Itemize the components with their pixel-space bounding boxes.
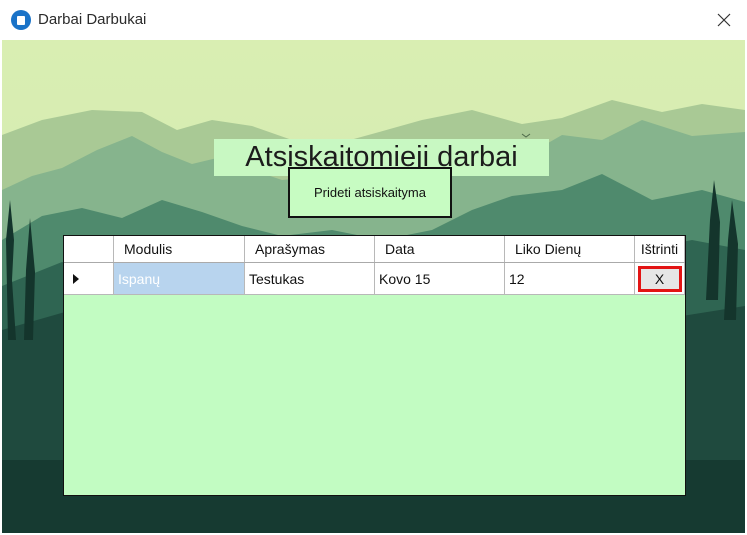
- close-button[interactable]: [701, 0, 747, 40]
- row-header-corner: [64, 236, 114, 262]
- row-selector[interactable]: [64, 263, 114, 295]
- column-header-modulis[interactable]: Modulis: [114, 236, 245, 262]
- assignments-grid[interactable]: Modulis Aprašymas Data Liko Dienų Ištrin…: [63, 235, 686, 496]
- column-header-liko-dienu[interactable]: Liko Dienų: [505, 236, 635, 262]
- form-client-area: Atsiskaitomieji darbai Prideti atsiskait…: [2, 40, 745, 533]
- cell-data[interactable]: Kovo 15: [375, 263, 505, 295]
- add-assignment-button[interactable]: Prideti atsiskaityma: [288, 167, 452, 218]
- current-row-arrow-icon: [73, 273, 79, 284]
- app-icon: [11, 10, 31, 30]
- app-window: Darbai Darbukai Atsiskaitomieji darbai P…: [0, 0, 747, 535]
- delete-row-button[interactable]: X: [637, 265, 682, 292]
- grid-header-row: Modulis Aprašymas Data Liko Dienų Ištrin…: [64, 236, 685, 263]
- cell-liko-dienu[interactable]: 12: [505, 263, 635, 295]
- column-header-aprasymas[interactable]: Aprašymas: [245, 236, 375, 262]
- cell-modulis[interactable]: Ispanų: [114, 263, 245, 295]
- table-row[interactable]: Ispanų Testukas Kovo 15 12 X: [64, 263, 685, 295]
- column-header-istrinti[interactable]: Ištrinti: [635, 236, 685, 262]
- cell-aprasymas[interactable]: Testukas: [245, 263, 375, 295]
- title-bar[interactable]: Darbai Darbukai: [0, 0, 747, 40]
- column-header-data[interactable]: Data: [375, 236, 505, 262]
- cell-istrinti: X: [635, 263, 685, 295]
- close-icon: [717, 13, 731, 27]
- window-title: Darbai Darbukai: [38, 11, 147, 28]
